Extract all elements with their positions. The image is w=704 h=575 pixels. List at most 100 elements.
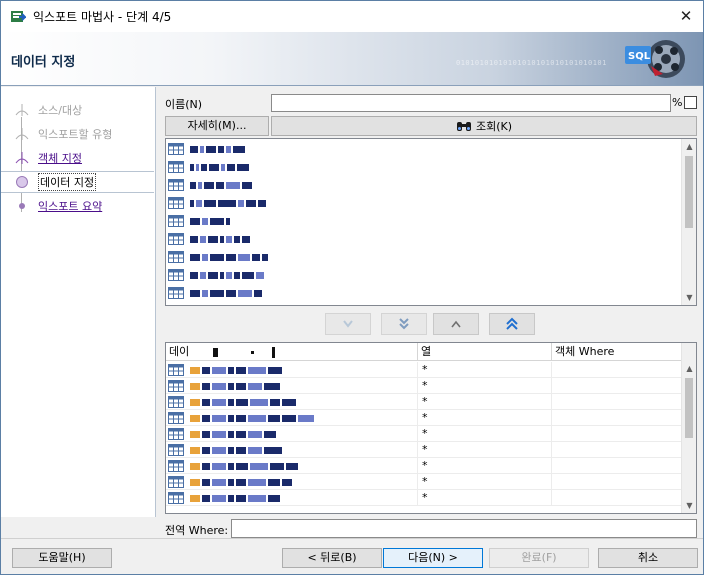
step-label: 데이터 지정 [38, 173, 97, 191]
columns-cell[interactable]: * [422, 491, 428, 504]
move-down-button[interactable] [325, 313, 371, 335]
columns-cell[interactable]: * [422, 459, 428, 472]
table-icon [168, 161, 184, 173]
redacted-name [190, 365, 282, 375]
columns-cell[interactable]: * [422, 427, 428, 440]
help-button[interactable]: 도움말(H) [12, 548, 112, 568]
list-item[interactable] [166, 248, 696, 266]
binary-decoration: 01010101010101010101010101010101 [456, 59, 607, 67]
table-icon [168, 492, 184, 504]
table-row[interactable]: * [166, 474, 682, 490]
step-specify-objects[interactable]: 객체 지정 [1, 147, 154, 169]
move-up-button[interactable] [433, 313, 479, 335]
table-icon [168, 396, 184, 408]
export-wizard-window: 익스포트 마법사 - 단계 4/5 ✕ 데이터 지정 0101010101010… [0, 0, 704, 575]
available-objects-list[interactable]: ▲ ▼ [165, 138, 697, 306]
scroll-thumb[interactable] [685, 156, 693, 228]
list-item[interactable] [166, 212, 696, 230]
title-bar: 익스포트 마법사 - 단계 4/5 ✕ [1, 1, 703, 32]
finish-button[interactable]: 완료(F) [489, 548, 589, 568]
table-row[interactable]: * [166, 490, 682, 506]
step-visited-icon [15, 152, 29, 164]
redacted-name [190, 252, 268, 262]
step-export-summary[interactable]: 익스포트 요약 [1, 195, 154, 217]
table-icon [168, 412, 184, 424]
step-pending-icon [19, 203, 25, 209]
move-all-down-button[interactable] [381, 313, 427, 335]
table-icon [168, 215, 184, 227]
list-item[interactable] [166, 230, 696, 248]
step-done-icon [15, 104, 29, 116]
step-label: 익스포트할 유형 [38, 128, 113, 141]
move-all-up-button[interactable] [489, 313, 535, 335]
selected-table-scrollbar[interactable]: ▲ ▼ [681, 343, 696, 513]
list-item[interactable] [166, 140, 696, 158]
arrow-down-icon [343, 320, 353, 328]
arrow-up-icon [451, 320, 461, 328]
step-source-target[interactable]: 소스/대상 [1, 99, 154, 121]
scroll-thumb[interactable] [685, 378, 693, 438]
window-title: 익스포트 마법사 - 단계 4/5 [33, 10, 172, 24]
double-arrow-down-icon [399, 318, 409, 330]
column-header-data[interactable]: 데이 [166, 343, 418, 361]
table-row[interactable]: * [166, 362, 682, 378]
step-export-type[interactable]: 익스포트할 유형 [1, 123, 154, 145]
scroll-up-arrow-icon[interactable]: ▲ [682, 139, 696, 154]
available-list-scrollbar[interactable]: ▲ ▼ [681, 139, 696, 305]
redacted-name [190, 198, 266, 208]
more-details-button[interactable]: 자세히(M)... [165, 116, 269, 136]
scroll-down-arrow-icon[interactable]: ▼ [682, 498, 696, 513]
columns-cell[interactable]: * [422, 411, 428, 424]
redacted-name [190, 234, 250, 244]
list-item[interactable] [166, 266, 696, 284]
sql-text: SQL [628, 51, 651, 62]
list-item[interactable] [166, 158, 696, 176]
global-where-input[interactable] [231, 519, 697, 538]
table-row[interactable]: * [166, 458, 682, 474]
step-current-icon [16, 176, 28, 188]
redacted-name [190, 270, 264, 280]
next-button[interactable]: 다음(N) > [383, 548, 483, 568]
table-icon [168, 233, 184, 245]
table-row[interactable]: * [166, 378, 682, 394]
close-button[interactable]: ✕ [675, 5, 697, 27]
selected-data-table[interactable]: 데이 열 객체 Where * * * * * * * * * ▲ ▼ [165, 342, 697, 514]
redacted-name [190, 397, 296, 407]
close-icon: ✕ [679, 7, 693, 25]
scroll-down-arrow-icon[interactable]: ▼ [682, 290, 696, 305]
redacted-name [190, 493, 280, 503]
lookup-button[interactable]: 조회(K) [271, 116, 697, 136]
columns-cell[interactable]: * [422, 363, 428, 376]
list-item[interactable] [166, 194, 696, 212]
table-row[interactable]: * [166, 410, 682, 426]
table-row[interactable]: * [166, 442, 682, 458]
list-item[interactable] [166, 284, 696, 302]
step-specify-data[interactable]: 데이터 지정 [1, 171, 154, 193]
table-row[interactable]: * [166, 426, 682, 442]
table-icon [168, 143, 184, 155]
column-header-object-where[interactable]: 객체 Where [552, 343, 682, 361]
table-icon [168, 197, 184, 209]
columns-cell[interactable]: * [422, 475, 428, 488]
columns-cell[interactable]: * [422, 443, 428, 456]
footer-divider [1, 538, 703, 539]
columns-cell[interactable]: * [422, 379, 428, 392]
redacted-name [190, 429, 276, 439]
page-title: 데이터 지정 [11, 55, 76, 70]
column-header-columns[interactable]: 열 [418, 343, 552, 361]
redacted-name [190, 477, 292, 487]
main-content: 이름(N) % 자세히(M)... 조회(K) ▲ ▼ 데이 열 객체 Wher… [157, 87, 703, 538]
back-button[interactable]: < 뒤로(B) [282, 548, 382, 568]
sql-export-graphic-icon: SQL [625, 40, 685, 78]
cancel-button[interactable]: 취소 [598, 548, 698, 568]
wildcard-checkbox[interactable] [684, 96, 697, 109]
name-label: 이름(N) [165, 98, 203, 111]
table-icon [168, 251, 184, 263]
list-item[interactable] [166, 176, 696, 194]
columns-cell[interactable]: * [422, 395, 428, 408]
table-row[interactable]: * [166, 394, 682, 410]
name-filter-input[interactable] [271, 94, 671, 112]
scroll-up-arrow-icon[interactable]: ▲ [682, 361, 696, 376]
step-label: 익스포트 요약 [38, 200, 103, 213]
redacted-name [190, 216, 230, 226]
